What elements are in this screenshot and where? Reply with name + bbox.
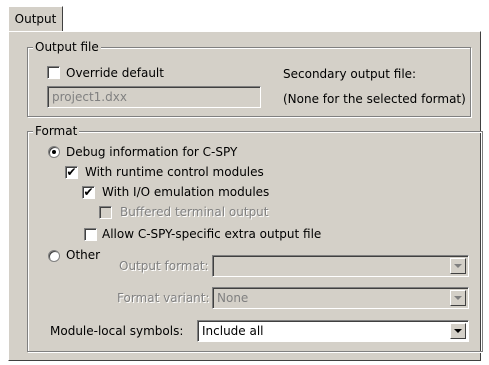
module-local-dropdown-button[interactable] [450, 323, 466, 339]
output-format-dropdown-button[interactable] [450, 258, 466, 274]
output-format-label: Output format: [119, 259, 209, 273]
debug-info-label: Debug information for C-SPY [66, 145, 238, 159]
runtime-control-checkbox[interactable]: ✔ [65, 166, 78, 179]
tab-output-label: Output [14, 12, 57, 26]
output-file-legend: Output file [33, 40, 101, 54]
output-format-dropdown[interactable] [212, 255, 469, 277]
override-default-checkbox[interactable] [47, 66, 60, 79]
other-radio[interactable] [48, 250, 60, 262]
module-local-label: Module-local symbols: [50, 324, 184, 338]
format-variant-value: None [217, 291, 249, 305]
module-local-value: Include all [202, 324, 264, 338]
chevron-down-icon [454, 296, 462, 300]
tab-output[interactable]: Output [8, 6, 63, 32]
debug-info-radio[interactable] [48, 146, 60, 158]
secondary-output-value: (None for the selected format) [283, 92, 466, 106]
radio-selected-dot [52, 150, 56, 154]
io-emulation-checkbox[interactable]: ✔ [82, 186, 95, 199]
allow-extra-output-label: Allow C-SPY-specific extra output file [102, 227, 322, 241]
chevron-down-icon [454, 329, 462, 333]
override-default-label: Override default [66, 66, 164, 80]
allow-extra-output-checkbox[interactable] [84, 228, 97, 241]
check-icon: ✔ [83, 185, 94, 199]
chevron-down-icon [454, 264, 462, 268]
buffered-terminal-label: Buffered terminal output [120, 205, 269, 219]
output-filename-value: project1.dxx [52, 90, 127, 104]
module-local-dropdown[interactable]: Include all [197, 320, 469, 342]
other-label: Other [66, 248, 101, 262]
secondary-output-label: Secondary output file: [283, 67, 417, 81]
buffered-terminal-checkbox[interactable] [99, 206, 112, 219]
format-variant-dropdown[interactable]: None [212, 287, 469, 309]
runtime-control-label: With runtime control modules [85, 165, 264, 179]
format-variant-label: Format variant: [117, 291, 210, 305]
io-emulation-label: With I/O emulation modules [102, 185, 270, 199]
check-icon: ✔ [66, 165, 77, 179]
format-variant-dropdown-button[interactable] [450, 290, 466, 306]
format-legend: Format [33, 124, 80, 138]
output-filename-field[interactable]: project1.dxx [47, 86, 261, 108]
